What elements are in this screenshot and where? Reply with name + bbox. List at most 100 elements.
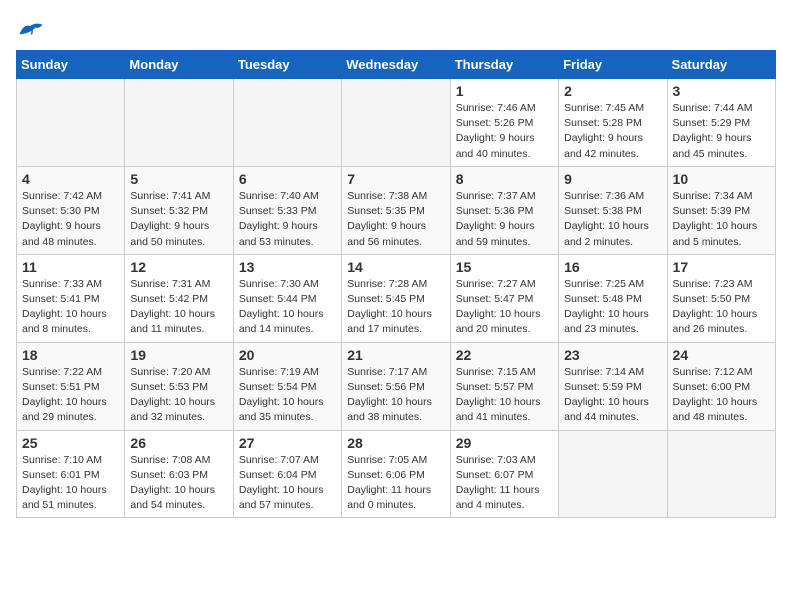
day-number: 10 (673, 171, 770, 187)
calendar-cell: 25 Sunrise: 7:10 AMSunset: 6:01 PMDayligh… (17, 430, 125, 518)
calendar-cell: 6 Sunrise: 7:40 AMSunset: 5:33 PMDaylight… (233, 166, 341, 254)
day-number: 23 (564, 347, 661, 363)
cell-info: Sunrise: 7:44 AMSunset: 5:29 PMDaylight:… (673, 101, 770, 162)
week-row-1: 1 Sunrise: 7:46 AMSunset: 5:26 PMDaylight… (17, 79, 776, 167)
cell-info: Sunrise: 7:10 AMSunset: 6:01 PMDaylight:… (22, 453, 119, 514)
day-number: 12 (130, 259, 227, 275)
day-number: 16 (564, 259, 661, 275)
col-header-wednesday: Wednesday (342, 51, 450, 79)
cell-info: Sunrise: 7:25 AMSunset: 5:48 PMDaylight:… (564, 277, 661, 338)
calendar-cell: 8 Sunrise: 7:37 AMSunset: 5:36 PMDaylight… (450, 166, 558, 254)
cell-info: Sunrise: 7:31 AMSunset: 5:42 PMDaylight:… (130, 277, 227, 338)
cell-info: Sunrise: 7:22 AMSunset: 5:51 PMDaylight:… (22, 365, 119, 426)
col-header-saturday: Saturday (667, 51, 775, 79)
day-number: 27 (239, 435, 336, 451)
cell-info: Sunrise: 7:07 AMSunset: 6:04 PMDaylight:… (239, 453, 336, 514)
calendar-cell: 15 Sunrise: 7:27 AMSunset: 5:47 PMDayligh… (450, 254, 558, 342)
day-number: 6 (239, 171, 336, 187)
week-row-4: 18 Sunrise: 7:22 AMSunset: 5:51 PMDayligh… (17, 342, 776, 430)
header (16, 16, 776, 42)
cell-info: Sunrise: 7:30 AMSunset: 5:44 PMDaylight:… (239, 277, 336, 338)
week-row-2: 4 Sunrise: 7:42 AMSunset: 5:30 PMDaylight… (17, 166, 776, 254)
day-number: 2 (564, 83, 661, 99)
calendar-cell (559, 430, 667, 518)
cell-info: Sunrise: 7:36 AMSunset: 5:38 PMDaylight:… (564, 189, 661, 250)
day-number: 5 (130, 171, 227, 187)
calendar-cell: 12 Sunrise: 7:31 AMSunset: 5:42 PMDayligh… (125, 254, 233, 342)
cell-info: Sunrise: 7:41 AMSunset: 5:32 PMDaylight:… (130, 189, 227, 250)
calendar-cell: 28Sunrise: 7:05 AMSunset: 6:06 PMDayligh… (342, 430, 450, 518)
calendar-table: SundayMondayTuesdayWednesdayThursdayFrid… (16, 50, 776, 518)
day-number: 8 (456, 171, 553, 187)
calendar-cell: 21 Sunrise: 7:17 AMSunset: 5:56 PMDayligh… (342, 342, 450, 430)
day-number: 15 (456, 259, 553, 275)
day-number: 20 (239, 347, 336, 363)
calendar-cell: 13 Sunrise: 7:30 AMSunset: 5:44 PMDayligh… (233, 254, 341, 342)
calendar-cell: 1 Sunrise: 7:46 AMSunset: 5:26 PMDaylight… (450, 79, 558, 167)
calendar-cell (125, 79, 233, 167)
cell-info: Sunrise: 7:20 AMSunset: 5:53 PMDaylight:… (130, 365, 227, 426)
calendar-cell: 2 Sunrise: 7:45 AMSunset: 5:28 PMDaylight… (559, 79, 667, 167)
logo-bird-icon (16, 20, 44, 42)
day-number: 25 (22, 435, 119, 451)
header-row: SundayMondayTuesdayWednesdayThursdayFrid… (17, 51, 776, 79)
day-number: 3 (673, 83, 770, 99)
calendar-cell: 14 Sunrise: 7:28 AMSunset: 5:45 PMDayligh… (342, 254, 450, 342)
col-header-friday: Friday (559, 51, 667, 79)
calendar-cell: 9Sunrise: 7:36 AMSunset: 5:38 PMDaylight… (559, 166, 667, 254)
col-header-thursday: Thursday (450, 51, 558, 79)
calendar-cell (233, 79, 341, 167)
calendar-cell: 17 Sunrise: 7:23 AMSunset: 5:50 PMDayligh… (667, 254, 775, 342)
cell-info: Sunrise: 7:15 AMSunset: 5:57 PMDaylight:… (456, 365, 553, 426)
cell-info: Sunrise: 7:37 AMSunset: 5:36 PMDaylight:… (456, 189, 553, 250)
calendar-cell: 5 Sunrise: 7:41 AMSunset: 5:32 PMDaylight… (125, 166, 233, 254)
cell-info: Sunrise: 7:23 AMSunset: 5:50 PMDaylight:… (673, 277, 770, 338)
cell-info: Sunrise: 7:28 AMSunset: 5:45 PMDaylight:… (347, 277, 444, 338)
cell-info: Sunrise: 7:46 AMSunset: 5:26 PMDaylight:… (456, 101, 553, 162)
cell-info: Sunrise: 7:38 AMSunset: 5:35 PMDaylight:… (347, 189, 444, 250)
day-number: 4 (22, 171, 119, 187)
cell-info: Sunrise: 7:40 AMSunset: 5:33 PMDaylight:… (239, 189, 336, 250)
day-number: 26 (130, 435, 227, 451)
col-header-monday: Monday (125, 51, 233, 79)
day-number: 21 (347, 347, 444, 363)
calendar-cell: 16 Sunrise: 7:25 AMSunset: 5:48 PMDayligh… (559, 254, 667, 342)
calendar-cell: 4 Sunrise: 7:42 AMSunset: 5:30 PMDaylight… (17, 166, 125, 254)
day-number: 7 (347, 171, 444, 187)
cell-info: Sunrise: 7:33 AMSunset: 5:41 PMDaylight:… (22, 277, 119, 338)
calendar-cell (342, 79, 450, 167)
calendar-cell (17, 79, 125, 167)
col-header-tuesday: Tuesday (233, 51, 341, 79)
cell-info: Sunrise: 7:05 AMSunset: 6:06 PMDaylight:… (347, 453, 444, 514)
calendar-cell: 11 Sunrise: 7:33 AMSunset: 5:41 PMDayligh… (17, 254, 125, 342)
calendar-cell: 20 Sunrise: 7:19 AMSunset: 5:54 PMDayligh… (233, 342, 341, 430)
cell-info: Sunrise: 7:19 AMSunset: 5:54 PMDaylight:… (239, 365, 336, 426)
calendar-cell: 10Sunrise: 7:34 AMSunset: 5:39 PMDayligh… (667, 166, 775, 254)
day-number: 14 (347, 259, 444, 275)
calendar-cell: 27 Sunrise: 7:07 AMSunset: 6:04 PMDayligh… (233, 430, 341, 518)
cell-info: Sunrise: 7:14 AMSunset: 5:59 PMDaylight:… (564, 365, 661, 426)
cell-info: Sunrise: 7:42 AMSunset: 5:30 PMDaylight:… (22, 189, 119, 250)
cell-info: Sunrise: 7:45 AMSunset: 5:28 PMDaylight:… (564, 101, 661, 162)
calendar-cell: 19Sunrise: 7:20 AMSunset: 5:53 PMDayligh… (125, 342, 233, 430)
calendar-cell: 29Sunrise: 7:03 AMSunset: 6:07 PMDayligh… (450, 430, 558, 518)
week-row-3: 11 Sunrise: 7:33 AMSunset: 5:41 PMDayligh… (17, 254, 776, 342)
calendar-cell: 26 Sunrise: 7:08 AMSunset: 6:03 PMDayligh… (125, 430, 233, 518)
calendar-cell (667, 430, 775, 518)
day-number: 11 (22, 259, 119, 275)
cell-info: Sunrise: 7:17 AMSunset: 5:56 PMDaylight:… (347, 365, 444, 426)
week-row-5: 25 Sunrise: 7:10 AMSunset: 6:01 PMDayligh… (17, 430, 776, 518)
calendar-cell: 3 Sunrise: 7:44 AMSunset: 5:29 PMDaylight… (667, 79, 775, 167)
calendar-cell: 22Sunrise: 7:15 AMSunset: 5:57 PMDayligh… (450, 342, 558, 430)
day-number: 13 (239, 259, 336, 275)
calendar-cell: 23 Sunrise: 7:14 AMSunset: 5:59 PMDayligh… (559, 342, 667, 430)
day-number: 18 (22, 347, 119, 363)
day-number: 29 (456, 435, 553, 451)
calendar-cell: 7 Sunrise: 7:38 AMSunset: 5:35 PMDaylight… (342, 166, 450, 254)
day-number: 17 (673, 259, 770, 275)
cell-info: Sunrise: 7:08 AMSunset: 6:03 PMDaylight:… (130, 453, 227, 514)
day-number: 1 (456, 83, 553, 99)
day-number: 24 (673, 347, 770, 363)
calendar-cell: 18 Sunrise: 7:22 AMSunset: 5:51 PMDayligh… (17, 342, 125, 430)
cell-info: Sunrise: 7:27 AMSunset: 5:47 PMDaylight:… (456, 277, 553, 338)
